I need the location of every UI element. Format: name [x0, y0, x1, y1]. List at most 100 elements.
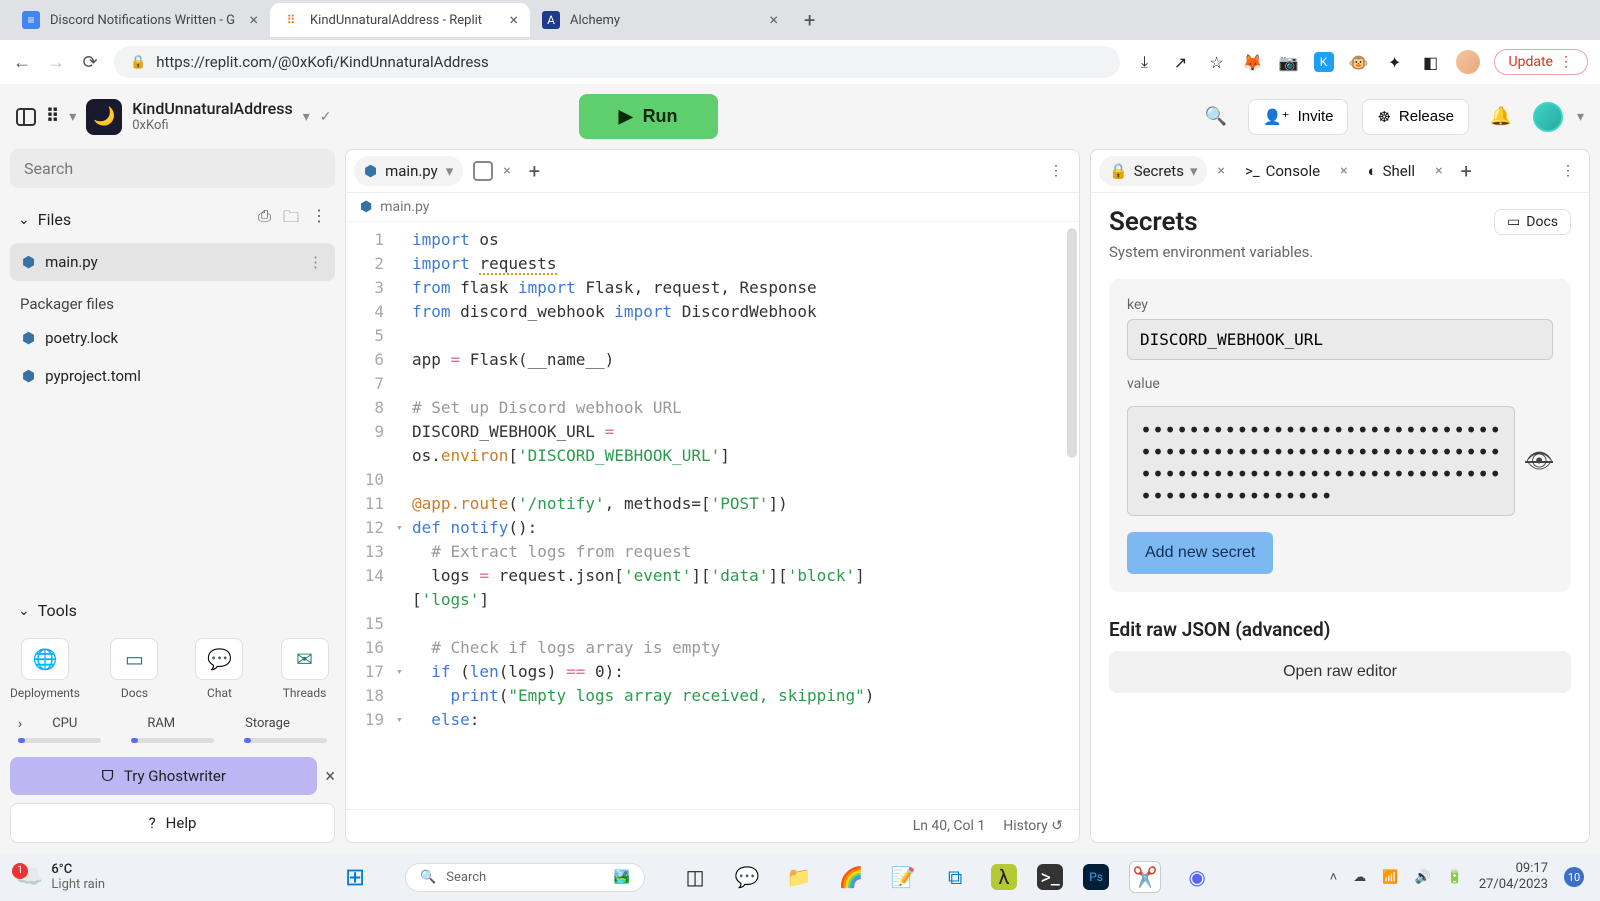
new-folder-icon[interactable]: 🗀	[283, 206, 299, 233]
docs-button[interactable]: ▭ Docs	[1494, 209, 1571, 235]
notepad-icon[interactable]: 📝	[887, 861, 919, 893]
explorer-icon[interactable]: 📁	[783, 861, 815, 893]
kebab-icon[interactable]: ⋮	[1555, 163, 1581, 179]
add-secret-button[interactable]: Add new secret	[1127, 532, 1273, 574]
vscode-icon[interactable]: ⧉	[939, 861, 971, 893]
panel-toggle-icon[interactable]	[16, 108, 36, 126]
run-button[interactable]: ▶ Run	[579, 94, 718, 139]
tool-threads[interactable]: ✉Threads	[274, 638, 335, 700]
scrollbar-thumb[interactable]	[1067, 228, 1077, 458]
onedrive-icon[interactable]: ☁	[1353, 870, 1366, 885]
tray-chevron-icon[interactable]: ˄	[1330, 869, 1338, 885]
weather-widget[interactable]: ☁️1 6°C Light rain	[16, 862, 105, 892]
help-button[interactable]: ? Help	[10, 803, 335, 843]
file-item-main-py[interactable]: ⬢ main.py ⋮	[10, 243, 335, 281]
sidepanel-icon[interactable]: ◧	[1420, 51, 1442, 73]
tab-shell[interactable]: ◐ Shell	[1358, 156, 1425, 186]
file-item-pyproject[interactable]: ⬢ pyproject.toml	[10, 357, 335, 395]
tool-docs[interactable]: ▭Docs	[104, 638, 165, 700]
file-item-poetry-lock[interactable]: ⬢ poetry.lock	[10, 319, 335, 357]
outline-icon[interactable]	[473, 161, 493, 181]
clock[interactable]: 09:17 27/04/2023	[1479, 861, 1548, 892]
chevron-down-icon[interactable]: ▾	[69, 109, 76, 125]
code-editor[interactable]: 123456789 1011121314 1516171819 ▾ ▾ ▾ im…	[346, 222, 1079, 809]
files-header[interactable]: ⌄ Files ⎙ 🗀 ⋮	[10, 196, 335, 243]
discord-icon[interactable]: ◉	[1181, 861, 1213, 893]
sync-icon[interactable]: ✓	[320, 109, 332, 125]
close-icon[interactable]: ×	[1431, 163, 1446, 179]
key-input[interactable]	[1127, 319, 1553, 360]
install-icon[interactable]: ⤓	[1134, 51, 1156, 73]
kebab-icon[interactable]: ⋮	[308, 253, 323, 271]
chevron-down-icon[interactable]: ▾	[1577, 109, 1584, 125]
share-icon[interactable]: ↗	[1170, 51, 1192, 73]
close-icon[interactable]: ×	[503, 163, 510, 179]
tools-header[interactable]: ⌄ Tools	[10, 591, 335, 630]
close-icon[interactable]: ×	[1213, 163, 1228, 179]
chevron-down-icon[interactable]: ▾	[1190, 162, 1198, 180]
ext-k-icon[interactable]: K	[1314, 52, 1334, 72]
user-avatar[interactable]	[1533, 102, 1563, 132]
terminal-icon[interactable]: >_	[1037, 864, 1063, 890]
chevron-down-icon[interactable]: ▾	[446, 162, 454, 180]
try-ghostwriter-button[interactable]: ᗜ Try Ghostwriter	[10, 757, 317, 795]
extensions-icon[interactable]: ✦	[1384, 51, 1406, 73]
breadcrumb[interactable]: ⬢ main.py	[346, 193, 1079, 222]
start-button[interactable]: ⊞	[339, 861, 371, 893]
notification-badge[interactable]: 10	[1564, 867, 1584, 887]
bell-icon[interactable]: 🔔	[1483, 99, 1519, 135]
tool-deployments[interactable]: 🌐Deployments	[10, 638, 80, 700]
pycharm-icon[interactable]: λ	[991, 864, 1017, 890]
eye-off-icon[interactable]: 👁	[1525, 449, 1553, 474]
profile-avatar[interactable]	[1456, 50, 1480, 74]
close-icon[interactable]: ×	[325, 766, 335, 787]
new-file-icon[interactable]: ⎙	[258, 206, 271, 233]
fold-gutter[interactable]: ▾ ▾ ▾	[396, 222, 412, 809]
reload-button[interactable]: ⟳	[80, 52, 100, 73]
close-icon[interactable]: ×	[509, 12, 518, 28]
close-icon[interactable]: ×	[1336, 163, 1351, 179]
chevron-right-icon[interactable]: ›	[18, 716, 22, 732]
camera-icon[interactable]: 📷	[1278, 51, 1300, 73]
url-input[interactable]: 🔒 https://replit.com/@0xKofi/KindUnnatur…	[114, 46, 1120, 78]
browser-tab-0[interactable]: ≡ Discord Notifications Written - G ×	[10, 3, 270, 37]
task-view-icon[interactable]: ◫	[679, 861, 711, 893]
search-input[interactable]: Search	[10, 149, 335, 188]
teams-icon[interactable]: 💬	[731, 861, 763, 893]
tab-secrets[interactable]: 🔒 Secrets ▾	[1099, 156, 1207, 186]
replit-logo-icon[interactable]: ⠿	[46, 106, 59, 127]
wifi-icon[interactable]: 📶	[1382, 870, 1398, 885]
ext-monkey-icon[interactable]: 🐵	[1348, 51, 1370, 73]
invite-button[interactable]: 👤⁺ Invite	[1248, 99, 1348, 135]
forward-button[interactable]: →	[46, 52, 66, 73]
kebab-icon[interactable]: ⋮	[311, 206, 327, 233]
tab-console[interactable]: >_ Console	[1235, 156, 1330, 186]
tool-chat[interactable]: 💬Chat	[189, 638, 250, 700]
history-button[interactable]: History ↺	[1003, 818, 1063, 834]
snip-icon[interactable]: ✂️	[1129, 861, 1161, 893]
open-raw-editor-button[interactable]: Open raw editor	[1109, 651, 1571, 693]
browser-tab-1[interactable]: ⠿ KindUnnaturalAddress - Replit ×	[270, 3, 530, 37]
kebab-icon[interactable]: ⋮	[1041, 163, 1071, 179]
bookmark-icon[interactable]: ☆	[1206, 51, 1228, 73]
battery-icon[interactable]: 🔋	[1447, 870, 1463, 885]
update-button[interactable]: Update ⋮	[1494, 49, 1588, 75]
photoshop-icon[interactable]: Ps	[1083, 864, 1109, 890]
volume-icon[interactable]: 🔊	[1414, 870, 1430, 885]
close-icon[interactable]: ×	[769, 12, 778, 28]
add-tab-button[interactable]: +	[521, 159, 548, 183]
value-input[interactable]: ••••••••••••••••••••••••••••••••••••••••…	[1127, 406, 1515, 516]
chevron-down-icon[interactable]: ▾	[303, 109, 310, 125]
release-button[interactable]: ☸ Release	[1362, 99, 1469, 135]
search-button[interactable]: 🔍	[1198, 99, 1234, 135]
new-tab-button[interactable]: +	[790, 8, 829, 32]
taskbar-search[interactable]: 🔍 Search 🏞️	[405, 863, 645, 892]
metamask-icon[interactable]: 🦊	[1242, 51, 1264, 73]
add-tab-button[interactable]: +	[1453, 159, 1480, 183]
editor-tab-main-py[interactable]: ⬢ main.py ▾	[354, 156, 463, 186]
code-content[interactable]: import osimport requestsfrom flask impor…	[412, 222, 1079, 809]
back-button[interactable]: ←	[12, 52, 32, 73]
browser-tab-2[interactable]: A Alchemy ×	[530, 3, 790, 37]
close-icon[interactable]: ×	[249, 12, 258, 28]
chrome-icon[interactable]: 🌈	[835, 861, 867, 893]
